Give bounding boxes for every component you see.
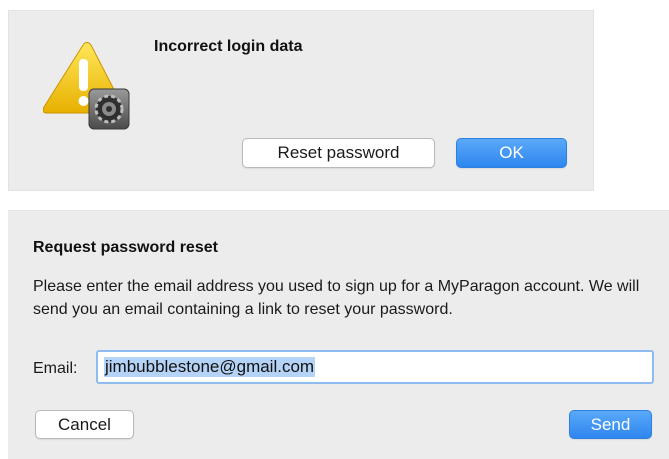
dialog-message: Please enter the email address you used …	[33, 278, 640, 318]
email-value: jimbubblestone@gmail.com	[104, 357, 316, 377]
send-button[interactable]: Send	[569, 410, 652, 439]
gear-icon	[88, 88, 130, 130]
reset-password-button[interactable]: Reset password	[242, 138, 435, 168]
warning-icon	[42, 41, 135, 131]
incorrect-login-dialog: Incorrect login data Reset password OK	[8, 10, 594, 191]
dialog-title: Request password reset	[33, 239, 218, 256]
email-field[interactable]: jimbubblestone@gmail.com	[96, 350, 654, 384]
ok-button[interactable]: OK	[456, 138, 567, 168]
cancel-button[interactable]: Cancel	[35, 410, 134, 439]
email-label: Email:	[33, 360, 78, 377]
dialog-title: Incorrect login data	[154, 38, 303, 55]
password-reset-dialog: Request password reset Please enter the …	[8, 210, 669, 459]
